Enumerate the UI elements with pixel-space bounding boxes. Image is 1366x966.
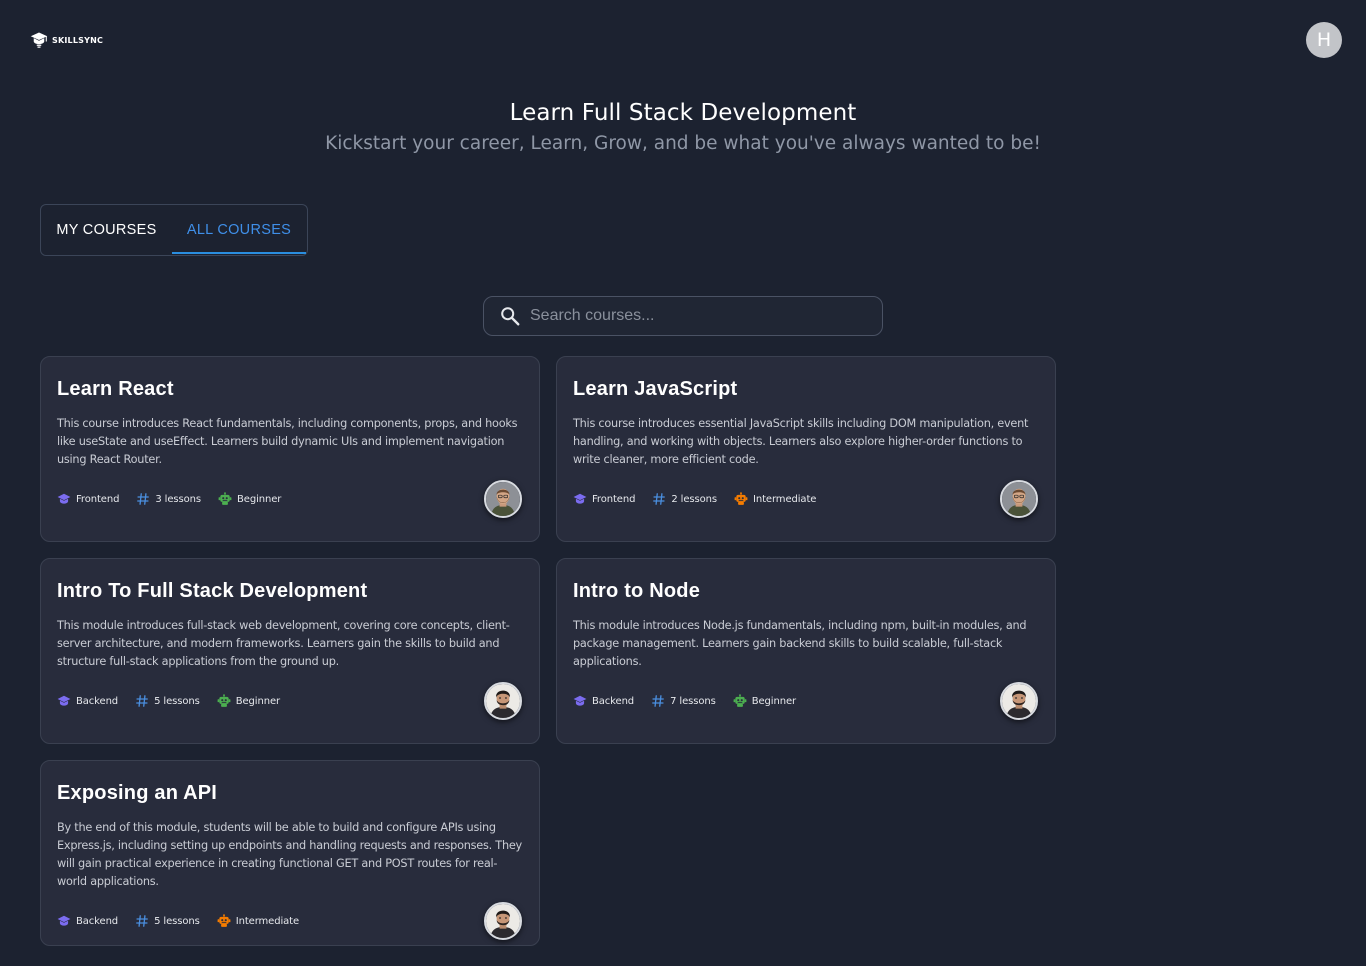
course-level-label: Intermediate	[753, 493, 817, 505]
robot-icon	[218, 492, 232, 506]
course-meta: Backend 7 lessons Beginner	[573, 693, 813, 709]
page-title: Learn Full Stack Development	[509, 100, 857, 126]
top-bar: SKILLSYNC H	[0, 0, 1366, 80]
tab-my-courses[interactable]: MY COURSES	[41, 205, 172, 254]
course-lessons: 7 lessons	[651, 694, 716, 708]
course-level: Beginner	[218, 492, 281, 506]
course-lessons-label: 3 lessons	[155, 493, 202, 505]
course-category: Frontend	[573, 492, 635, 506]
robot-icon	[217, 914, 231, 928]
graduation-cap-icon	[57, 694, 71, 708]
course-lessons: 5 lessons	[135, 914, 200, 928]
hash-icon	[652, 492, 666, 506]
app-logo[interactable]: SKILLSYNC	[30, 31, 103, 49]
course-title: Exposing an API	[57, 782, 218, 804]
course-card[interactable]: Intro To Full Stack Development This mod…	[40, 558, 540, 744]
course-description: This course introduces essential JavaScr…	[573, 417, 1029, 466]
instructor-avatar[interactable]	[484, 902, 522, 940]
graduation-cap-icon	[57, 492, 71, 506]
course-title: Intro to Node	[573, 580, 701, 602]
hash-icon	[651, 694, 665, 708]
course-lessons: 2 lessons	[652, 492, 717, 506]
robot-icon	[217, 694, 231, 708]
course-level: Intermediate	[734, 492, 816, 506]
hash-icon	[135, 694, 149, 708]
course-meta: Frontend 2 lessons Intermediate	[573, 491, 833, 507]
course-category: Backend	[573, 694, 634, 708]
course-description: This course introduces React fundamental…	[57, 417, 518, 466]
course-category: Backend	[57, 914, 118, 928]
course-tabs: MY COURSES ALL COURSES	[40, 204, 308, 256]
course-title: Learn JavaScript	[573, 378, 738, 400]
tab-all-courses[interactable]: ALL COURSES	[172, 205, 306, 254]
course-description: This module introduces full-stack web de…	[57, 619, 510, 668]
user-avatar[interactable]: H	[1306, 22, 1342, 58]
robot-icon	[733, 694, 747, 708]
course-card[interactable]: Intro to Node This module introduces Nod…	[556, 558, 1056, 744]
page-subtitle: Kickstart your career, Learn, Grow, and …	[325, 133, 1041, 154]
logo-text: SKILLSYNC	[52, 35, 104, 45]
course-category-label: Backend	[592, 695, 635, 707]
course-lessons: 3 lessons	[136, 492, 201, 506]
course-title: Intro To Full Stack Development	[57, 580, 368, 602]
course-level-label: Intermediate	[235, 915, 300, 927]
robot-icon	[734, 492, 748, 506]
hash-icon	[135, 914, 149, 928]
course-category: Frontend	[57, 492, 119, 506]
logo-icon	[30, 32, 48, 48]
course-description: This module introduces Node.js fundament…	[573, 619, 1027, 668]
graduation-cap-icon	[573, 694, 587, 708]
course-level: Intermediate	[217, 914, 299, 928]
instructor-avatar[interactable]	[1000, 682, 1038, 720]
course-level-label: Beginner	[235, 695, 281, 707]
graduation-cap-icon	[57, 914, 71, 928]
course-meta: Backend 5 lessons Beginner	[57, 693, 297, 709]
course-lessons-label: 2 lessons	[671, 493, 718, 505]
course-lessons-label: 5 lessons	[154, 695, 200, 707]
hash-icon	[136, 492, 150, 506]
course-category: Backend	[57, 694, 118, 708]
course-category-label: Frontend	[592, 493, 636, 505]
course-lessons-label: 5 lessons	[154, 915, 200, 927]
course-description: By the end of this module, students will…	[57, 821, 522, 888]
instructor-avatar[interactable]	[1000, 480, 1038, 518]
course-card[interactable]: Learn React This course introduces React…	[40, 356, 540, 542]
graduation-cap-icon	[573, 492, 587, 506]
instructor-avatar[interactable]	[484, 480, 522, 518]
course-level: Beginner	[733, 694, 796, 708]
course-card[interactable]: Learn JavaScript This course introduces …	[556, 356, 1056, 542]
course-lessons-label: 7 lessons	[670, 695, 716, 707]
course-meta: Backend 5 lessons Intermediate	[57, 913, 316, 929]
course-category-label: Backend	[76, 695, 119, 707]
course-title: Learn React	[57, 378, 174, 400]
instructor-avatar[interactable]	[484, 682, 522, 720]
course-level-label: Beginner	[237, 493, 282, 505]
hero-section: Learn Full Stack Development Kickstart y…	[0, 100, 1366, 154]
course-category-label: Backend	[76, 915, 119, 927]
search-bar	[483, 296, 883, 336]
search-icon	[501, 307, 520, 326]
course-meta: Frontend 3 lessons Beginner	[57, 491, 298, 507]
course-card[interactable]: Exposing an API By the end of this modul…	[40, 760, 540, 946]
search-input[interactable]	[530, 301, 882, 331]
course-level: Beginner	[217, 694, 280, 708]
course-category-label: Frontend	[76, 493, 120, 505]
course-level-label: Beginner	[751, 695, 797, 707]
course-lessons: 5 lessons	[135, 694, 200, 708]
